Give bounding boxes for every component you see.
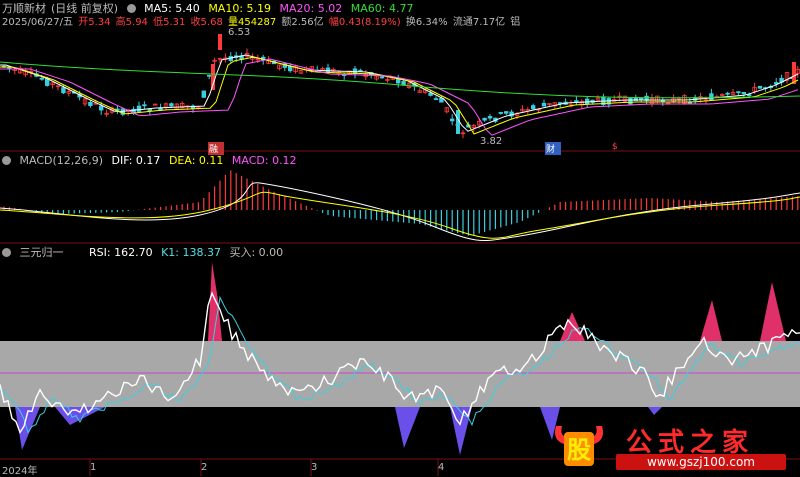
indicator-rsi: RSI: 162.70 [89,246,153,259]
quote-close: 收5.68 [190,17,223,28]
event-marker-dividend[interactable]: $ [612,142,623,152]
indicator-buy: 买入: 0.00 [229,246,284,259]
candle-body [757,85,763,89]
quote-amount: 额2.56亿 [281,17,324,28]
settings-icon[interactable] [126,4,136,13]
ma10-line [0,56,799,135]
candle-body [531,105,536,110]
macd-title[interactable]: MACD(12,26,9) [20,154,104,167]
candle-body [736,91,741,94]
macd-dif: DIF: 0.17 [111,154,161,167]
candle-body [39,77,44,80]
x-label-4: 4 [438,462,445,473]
rsi-high-fill [700,300,722,341]
watermark-url: www.gszj100.com [616,454,786,470]
candle-body [401,80,406,86]
ma20-line [0,58,799,136]
candle-body [379,76,385,79]
candle-body [218,34,222,50]
candle-body [709,93,714,101]
quote-extra: 铝 [510,17,521,28]
candle-body [147,108,152,112]
quote-change: 幅0.43(8.19%) [328,17,401,28]
candle-body [487,116,493,119]
candle-body [88,101,93,106]
event-marker-finance[interactable]: 财 [545,142,562,155]
watermark: 股 公式之家 www.gszj100.com [550,418,790,474]
price-high-annotation: 6.53 [228,27,251,38]
moving-average-lines [0,54,800,136]
quote-open: 开5.34 [78,17,111,28]
candle-body [628,97,633,105]
quote-float-cap: 流通7.17亿 [452,17,506,28]
candle-body [792,62,796,84]
bull-logo-icon: 股 [555,426,603,466]
price-low-annotation: 3.82 [480,136,503,147]
dea-line [0,191,800,239]
candle-body [574,100,579,102]
candle-body [45,78,50,86]
watermark-logo-char: 股 [567,435,591,464]
candle-body [747,94,752,97]
candle-body [449,118,455,122]
quote-row: 2025/06/27/五 开5.34 高5.94 低5.31 收5.68 量45… [2,13,525,28]
candle-body [142,104,147,107]
neutral-band [0,341,800,407]
candle-body [741,91,746,95]
candle-body [428,92,433,96]
indicator-header: 三元归一 RSI: 162.70 K1: 138.37 买入: 0.00 [2,244,288,260]
quote-turnover: 换6.34% [405,17,448,28]
quote-low: 低5.31 [153,17,186,28]
candle-body [558,102,563,104]
candle-body [503,111,509,114]
quote-date: 2025/06/27/五 [2,17,74,28]
rsi-high-fill [760,282,786,341]
macd-settings-icon[interactable] [2,156,11,165]
candle-body [498,112,503,114]
macd-dea: DEA: 0.11 [168,154,224,167]
indicator-settings-icon[interactable] [2,248,11,257]
candle-body [206,74,212,77]
candle-body [61,87,66,94]
indicator-k1: K1: 138.37 [161,246,221,259]
candle-body [358,69,363,72]
ma5-line [0,54,799,132]
macd-series [0,170,800,241]
x-label-0: 2024年 [2,466,38,477]
quote-high: 高5.94 [115,17,148,28]
candle-body [725,92,730,95]
x-label-3: 3 [311,462,318,473]
chart-canvas[interactable] [0,0,800,476]
candle-body [482,117,487,121]
candlestick-series [1,34,800,139]
candle-body [7,67,12,70]
candle-body [169,103,174,107]
candle-body [541,102,547,107]
indicator-title[interactable]: 三元归一 [20,246,64,259]
x-label-2: 2 [201,462,208,473]
candle-body [136,105,142,112]
macd-value: MACD: 0.12 [231,154,297,167]
macd-header: MACD(12,26,9) DIF: 0.17 DEA: 0.11 MACD: … [2,154,302,167]
dif-line [0,182,800,241]
candle-body [433,98,439,101]
candle-body [99,105,104,111]
x-label-1: 1 [90,462,97,473]
candle-body [201,90,206,98]
